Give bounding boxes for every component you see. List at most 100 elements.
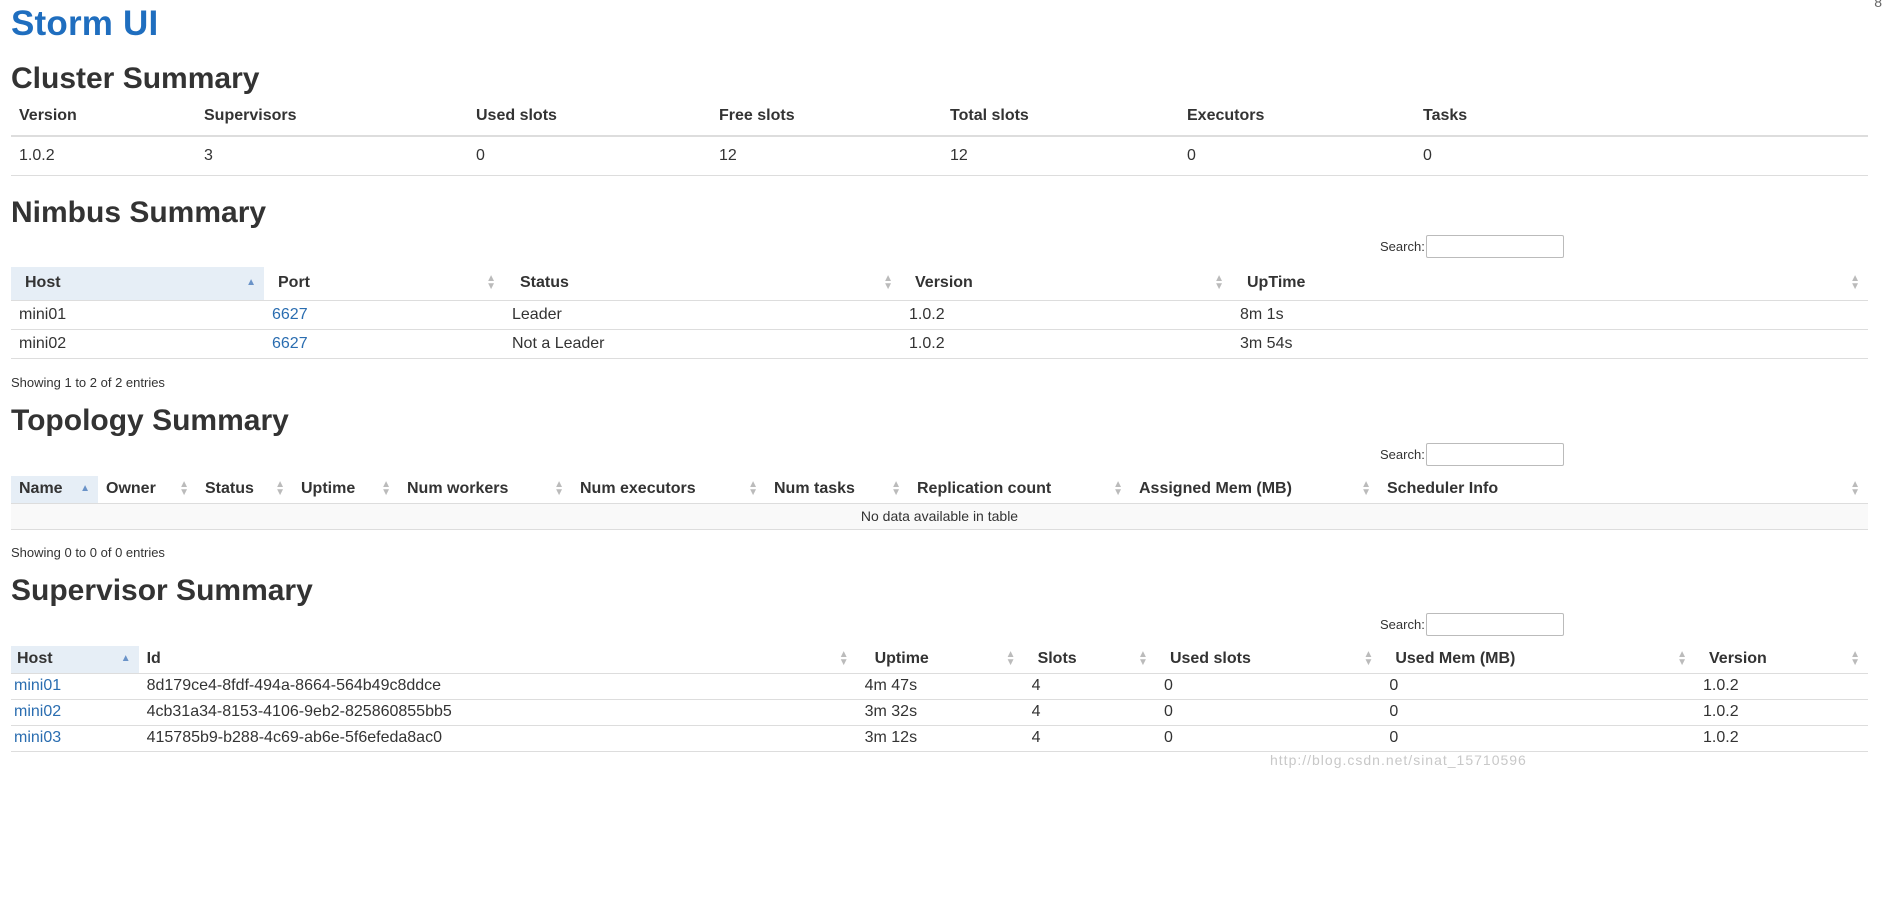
topology-header-name[interactable]: Name ▲: [11, 476, 98, 504]
cluster-cell: 3: [196, 136, 468, 176]
nimbus-search-input[interactable]: [1426, 235, 1564, 258]
supervisor-version: 1.0.2: [1695, 673, 1868, 700]
supervisor-header-id[interactable]: Id ▲ ▼: [138, 646, 857, 674]
cluster-header: Used slots: [468, 97, 711, 137]
cluster-header: Supervisors: [196, 97, 468, 137]
nimbus-status: Leader: [504, 300, 901, 330]
cluster-header: Executors: [1179, 97, 1415, 137]
sort-icon: ▲ ▼: [1113, 479, 1123, 499]
nimbus-summary-title: Nimbus Summary: [11, 196, 267, 229]
topology-header-uptime[interactable]: Uptime ▲ ▼: [293, 476, 399, 504]
supervisor-summary-table: Host ▲ Id ▲ ▼ Uptime ▲ ▼ Slots ▲ ▼ Used slots ▲ ▼…: [11, 646, 1868, 752]
topology-header-num-tasks[interactable]: Num tasks ▲ ▼: [766, 476, 909, 504]
table-row: mini02 4cb31a34-8153-4106-9eb2-825860855…: [11, 699, 1868, 726]
nimbus-header-status[interactable]: Status ▲ ▼: [504, 267, 901, 301]
cluster-cell: 0: [1415, 136, 1868, 176]
supervisor-slots: 4: [1023, 725, 1156, 752]
supervisor-header-host[interactable]: Host ▲: [11, 646, 139, 674]
topology-header-num-executors[interactable]: Num executors ▲ ▼: [572, 476, 766, 504]
topology-search-label: Search:: [1380, 447, 1425, 462]
cluster-cell: 12: [942, 136, 1179, 176]
topology-header-replication-count[interactable]: Replication count ▲ ▼: [909, 476, 1131, 504]
sort-icon: ▲ ▼: [748, 479, 758, 499]
cluster-header: Total slots: [942, 97, 1179, 137]
nimbus-version: 1.0.2: [901, 329, 1232, 359]
nimbus-summary-table: Host ▲ Port ▲ ▼ Status ▲ ▼ Version ▲ ▼ UpTime ▲ ▼…: [11, 267, 1868, 359]
topology-summary-table: Name ▲ Owner ▲ ▼ Status ▲ ▼ Uptime ▲ ▼ Num work…: [11, 476, 1868, 530]
sort-icon: ▲ ▼: [1138, 649, 1148, 669]
supervisor-slots: 4: [1023, 699, 1156, 726]
supervisor-uptime: 3m 32s: [856, 699, 1024, 726]
supervisor-used-mem: 0: [1381, 673, 1696, 700]
watermark: http://blog.csdn.net/sinat_15710596: [1270, 752, 1527, 768]
cluster-header: Version: [11, 97, 196, 137]
sort-icon: ▲ ▼: [179, 479, 189, 499]
cluster-summary-table: Version Supervisors Used slots Free slot…: [11, 97, 1868, 176]
topology-header-scheduler-info[interactable]: Scheduler Info ▲ ▼: [1379, 476, 1868, 504]
nimbus-header-host[interactable]: Host ▲: [11, 267, 264, 301]
supervisor-host-link[interactable]: mini02: [14, 703, 61, 720]
supervisor-search-input[interactable]: [1426, 613, 1564, 636]
table-row: 1.0.2 3 0 12 12 0 0: [11, 136, 1868, 176]
sort-icon: ▲ ▼: [838, 649, 849, 669]
sort-icon: ▲ ▼: [891, 479, 901, 499]
supervisor-used-slots: 0: [1155, 673, 1382, 700]
supervisor-slots: 4: [1023, 673, 1156, 700]
table-row: mini01 8d179ce4-8fdf-494a-8664-564b49c8d…: [11, 673, 1868, 700]
supervisor-header-used-slots[interactable]: Used slots ▲ ▼: [1155, 646, 1382, 674]
topology-summary-title: Topology Summary: [11, 404, 289, 437]
sort-icon: ▲ ▼: [1850, 649, 1860, 669]
sort-icon: ▲ ▼: [275, 479, 285, 499]
nimbus-port-link[interactable]: 6627: [272, 335, 308, 352]
supervisor-id: 8d179ce4-8fdf-494a-8664-564b49c8ddce: [138, 673, 857, 700]
topology-header-assigned-mem[interactable]: Assigned Mem (MB) ▲ ▼: [1131, 476, 1379, 504]
sort-icon: ▲ ▼: [1361, 479, 1371, 499]
sort-asc-icon: ▲: [246, 277, 256, 289]
cluster-cell: 0: [1179, 136, 1415, 176]
cluster-cell: 12: [711, 136, 942, 176]
sort-icon: ▲ ▼: [486, 273, 496, 293]
corner-glyph: 8: [1874, 0, 1882, 10]
supervisor-host-link[interactable]: mini01: [14, 677, 61, 694]
sort-icon: ▲ ▼: [1850, 479, 1860, 499]
supervisor-header-version[interactable]: Version ▲ ▼: [1695, 646, 1868, 674]
sort-icon: ▲ ▼: [883, 273, 893, 293]
supervisor-uptime: 4m 47s: [856, 673, 1024, 700]
supervisor-header-used-mem[interactable]: Used Mem (MB) ▲ ▼: [1381, 646, 1696, 674]
table-row: mini03 415785b9-b288-4c69-ab6e-5f6efeda8…: [11, 725, 1868, 752]
cluster-cell: 1.0.2: [11, 136, 196, 176]
nimbus-table-info: Showing 1 to 2 of 2 entries: [11, 375, 165, 390]
supervisor-search-label: Search:: [1380, 617, 1425, 632]
sort-icon: ▲ ▼: [1850, 273, 1860, 293]
nimbus-port-link[interactable]: 6627: [272, 306, 308, 323]
table-row: mini01 6627 Leader 1.0.2 8m 1s: [11, 300, 1868, 330]
topology-header-status[interactable]: Status ▲ ▼: [197, 476, 293, 504]
supervisor-used-mem: 0: [1381, 725, 1696, 752]
supervisor-header-uptime[interactable]: Uptime ▲ ▼: [856, 646, 1024, 674]
supervisor-version: 1.0.2: [1695, 725, 1868, 752]
sort-asc-icon: ▲: [80, 483, 90, 495]
sort-icon: ▲ ▼: [1677, 649, 1688, 669]
supervisor-host-link[interactable]: mini03: [14, 729, 61, 746]
sort-icon: ▲ ▼: [1214, 273, 1224, 293]
sort-icon: ▲ ▼: [381, 479, 391, 499]
topology-header-num-workers[interactable]: Num workers ▲ ▼: [399, 476, 572, 504]
table-row: No data available in table: [11, 503, 1868, 530]
nimbus-header-uptime[interactable]: UpTime ▲ ▼: [1232, 267, 1868, 301]
nimbus-search-label: Search:: [1380, 239, 1425, 254]
cluster-summary-title: Cluster Summary: [11, 62, 260, 95]
topology-header-owner[interactable]: Owner ▲ ▼: [98, 476, 197, 504]
nimbus-header-version[interactable]: Version ▲ ▼: [901, 267, 1232, 301]
nimbus-uptime: 8m 1s: [1232, 300, 1868, 330]
sort-icon: ▲ ▼: [554, 479, 564, 499]
topology-search-input[interactable]: [1426, 443, 1564, 466]
nimbus-header-port[interactable]: Port ▲ ▼: [264, 267, 504, 301]
supervisor-header-slots[interactable]: Slots ▲ ▼: [1023, 646, 1156, 674]
cluster-cell: 0: [468, 136, 711, 176]
supervisor-uptime: 3m 12s: [856, 725, 1024, 752]
app-title: Storm UI: [11, 4, 159, 43]
supervisor-used-slots: 0: [1155, 699, 1382, 726]
nimbus-uptime: 3m 54s: [1232, 329, 1868, 359]
cluster-header: Tasks: [1415, 97, 1868, 137]
table-row: mini02 6627 Not a Leader 1.0.2 3m 54s: [11, 329, 1868, 359]
